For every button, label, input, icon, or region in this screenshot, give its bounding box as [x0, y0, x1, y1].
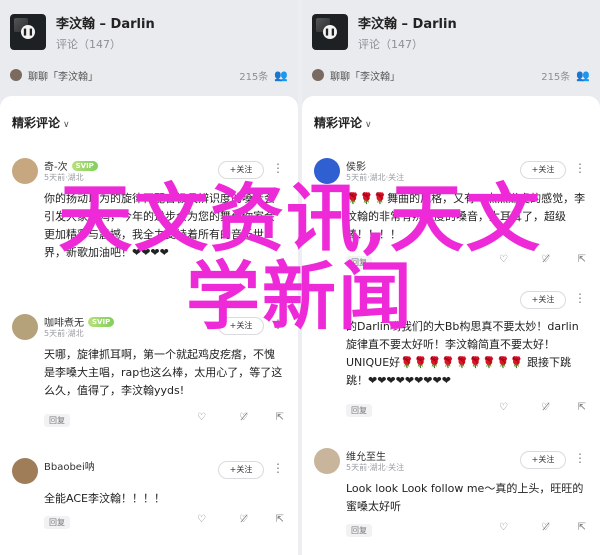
user-name[interactable]: 侯影: [346, 158, 366, 173]
comment-count: 评论（147）: [358, 37, 423, 51]
mini-player[interactable]: ❚❚ 李汶翰 – Darlin 评论（147）: [10, 8, 288, 56]
like-icon[interactable]: ♡: [197, 514, 206, 525]
section-title[interactable]: 精彩评论 ∨: [12, 114, 70, 131]
song-title: 李汶翰 – Darlin: [358, 16, 457, 32]
reply-button[interactable]: 回复: [44, 516, 70, 529]
avatar[interactable]: [314, 158, 340, 184]
group-icon[interactable]: 👥: [576, 69, 590, 82]
more-icon[interactable]: ⋮: [272, 317, 284, 331]
reply-button[interactable]: 回复: [44, 414, 70, 427]
more-icon[interactable]: ⋮: [574, 451, 586, 465]
comments-panel-right: ❚❚ 李汶翰 – Darlin 评论（147） 聊聊「李汶翰」 215条 👥 精…: [302, 0, 600, 555]
dislike-icon[interactable]: ♡̸: [541, 254, 550, 265]
share-icon[interactable]: ⇱: [276, 412, 284, 423]
chat-row[interactable]: 聊聊「李汶翰」 215条 👥: [312, 66, 590, 84]
comments-panel-left: ❚❚ 李汶翰 – Darlin 评论（147） 聊聊「李汶翰」 215条 👥 精…: [0, 0, 298, 555]
dislike-icon[interactable]: ♡̸: [239, 514, 248, 525]
avatar[interactable]: [12, 458, 38, 484]
follow-button[interactable]: +关注: [218, 461, 264, 479]
follow-button[interactable]: +关注: [520, 161, 566, 179]
reply-button[interactable]: 回复: [346, 404, 372, 417]
comment-text: 全能ACE李汶翰！！！！: [44, 492, 165, 505]
share-icon[interactable]: ⇱: [578, 402, 586, 413]
chevron-down-icon: ∨: [63, 120, 70, 130]
comment-text: 你的扬动以为的旋律再配合极具辨识度的嗓音会引发大家共鸣，今年的进步会为您的舞台你…: [44, 192, 275, 259]
like-icon[interactable]: ♡: [197, 412, 206, 423]
comment-text: 天哪，旋律抓耳啊，第一个就起鸡皮疙瘩，不愧是李嗓大主唱，rap也这么棒，太用心了…: [44, 348, 283, 397]
avatar: [10, 69, 22, 81]
comments-card: 精彩评论 ∨ 奇-次 SVIP 5天前·湖北 +关注 ⋮ 你的扬动以为的旋律再配合极…: [0, 96, 298, 555]
comment-count: 评论（147）: [56, 37, 121, 51]
user-name[interactable]: 维允至生: [346, 448, 386, 463]
chat-label: 聊聊「李汶翰」: [28, 71, 98, 83]
user-name[interactable]: Bbaobei呐: [44, 458, 95, 473]
like-icon[interactable]: ♡: [499, 522, 508, 533]
mini-player[interactable]: ❚❚ 李汶翰 – Darlin 评论（147）: [312, 8, 590, 56]
listener-count: 215条: [239, 71, 269, 83]
comments-card: 精彩评论 ∨ 侯影 5天前·湖北·关注 +关注 ⋮ 🌹🌹🌹舞曲的风格，又有一点点嫌…: [302, 96, 600, 555]
reply-button[interactable]: 回复: [346, 524, 372, 537]
chevron-down-icon: ∨: [365, 120, 372, 130]
follow-button[interactable]: +关注: [218, 317, 264, 335]
more-icon[interactable]: ⋮: [272, 161, 284, 175]
comment-text: 的Darlin哟我们的大Bb构思真不要太妙！darlin旋律直不要太好听！李汶翰…: [346, 320, 579, 387]
avatar[interactable]: [12, 158, 38, 184]
more-icon[interactable]: ⋮: [574, 291, 586, 305]
like-icon[interactable]: ♡: [499, 402, 508, 413]
comment-text: Look look Look follow me～真的上头，旺旺的蜜嗓太好听: [346, 482, 584, 513]
pause-icon[interactable]: ❚❚: [21, 25, 35, 39]
chat-label: 聊聊「李汶翰」: [330, 71, 400, 83]
avatar[interactable]: [12, 314, 38, 340]
comment-time: 5天前·湖北: [44, 173, 84, 182]
chat-row[interactable]: 聊聊「李汶翰」 215条 👥: [10, 66, 288, 84]
album-cover[interactable]: ❚❚: [312, 14, 348, 50]
comment-text: 🌹🌹🌹舞曲的风格，又有一点点嫌虔的感觉，李汶翰的非常有辨识度的嗓音，太耳耳了，超…: [346, 192, 586, 241]
like-icon[interactable]: ♡: [499, 254, 508, 265]
comment-time: 5天前·湖北·关注: [346, 463, 405, 472]
comment-time: 5天前·湖北·关注: [346, 173, 405, 182]
album-cover[interactable]: ❚❚: [10, 14, 46, 50]
share-icon[interactable]: ⇱: [276, 514, 284, 525]
share-icon[interactable]: ⇱: [578, 254, 586, 265]
reply-button[interactable]: 回复: [346, 256, 372, 269]
follow-button[interactable]: +关注: [218, 161, 264, 179]
avatar: [312, 69, 324, 81]
follow-button[interactable]: +关注: [520, 451, 566, 469]
user-name[interactable]: 咖啡煮无: [44, 314, 84, 329]
more-icon[interactable]: ⋮: [574, 161, 586, 175]
avatar[interactable]: [314, 448, 340, 474]
svip-badge: SVIP: [71, 160, 98, 171]
svip-badge: SVIP: [88, 316, 115, 327]
dislike-icon[interactable]: ♡̸: [541, 522, 550, 533]
pause-icon[interactable]: ❚❚: [323, 25, 337, 39]
more-icon[interactable]: ⋮: [272, 461, 284, 475]
song-title: 李汶翰 – Darlin: [56, 16, 155, 32]
share-icon[interactable]: ⇱: [578, 522, 586, 533]
user-name[interactable]: 奇-次: [44, 158, 68, 173]
listener-count: 215条: [541, 71, 571, 83]
follow-button[interactable]: +关注: [520, 291, 566, 309]
group-icon[interactable]: 👥: [274, 69, 288, 82]
dislike-icon[interactable]: ♡̸: [239, 412, 248, 423]
comment-time: 5天前·湖北: [44, 329, 84, 338]
dislike-icon[interactable]: ♡̸: [541, 402, 550, 413]
section-title[interactable]: 精彩评论 ∨: [314, 114, 372, 131]
